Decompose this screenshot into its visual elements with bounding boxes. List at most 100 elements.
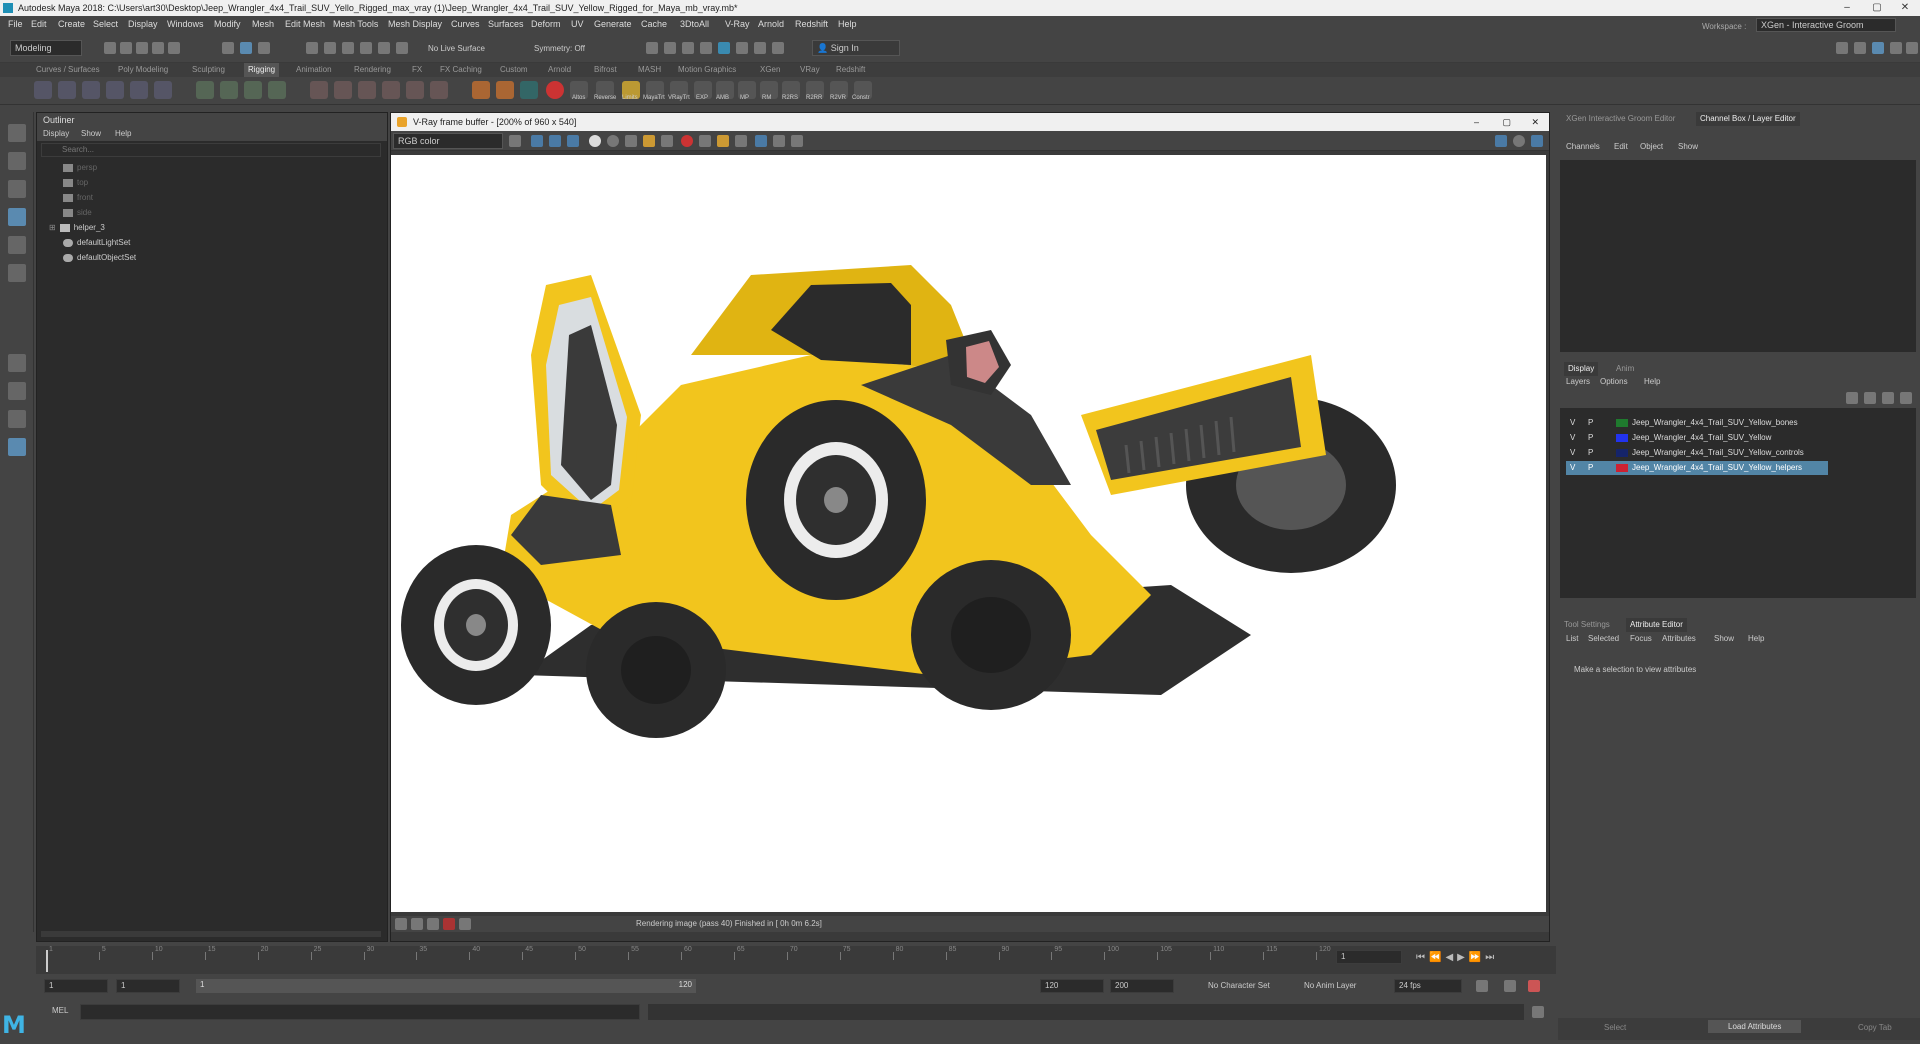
link-to-vfb-icon[interactable] — [735, 135, 747, 147]
anim-layer-dropdown[interactable]: No Anim Layer — [1304, 981, 1356, 990]
redo-icon[interactable] — [168, 42, 180, 54]
move-layer-up-icon[interactable] — [1846, 392, 1858, 404]
channel-box-toggle-icon[interactable] — [1872, 42, 1884, 54]
range-slider[interactable]: 1 120 — [196, 979, 696, 993]
point-constraint-icon[interactable] — [310, 81, 328, 99]
save-scene-icon[interactable] — [136, 42, 148, 54]
menu-arnold[interactable]: Arnold — [758, 16, 784, 33]
layer-options-menu[interactable]: Options — [1600, 377, 1628, 386]
live-surface-label[interactable]: No Live Surface — [428, 44, 485, 53]
track-mouse-icon[interactable] — [717, 135, 729, 147]
tab-display-layers[interactable]: Display — [1564, 362, 1599, 376]
channel-dropdown[interactable]: RGB color — [393, 133, 503, 149]
orient-joint-icon[interactable] — [130, 81, 148, 99]
color-picker-icon[interactable] — [509, 135, 521, 147]
pause-ipr-icon[interactable] — [772, 42, 784, 54]
playback-controls[interactable]: ⏮⏪◀▶⏩⏭ — [1416, 952, 1498, 963]
menu-file[interactable]: File — [8, 16, 23, 33]
shelf-tab-rendering[interactable]: Rendering — [354, 63, 391, 77]
vfb-lut-icon[interactable] — [459, 918, 471, 930]
shelf-tab-custom[interactable]: Custom — [500, 63, 528, 77]
mel-input[interactable] — [80, 1004, 640, 1020]
menu-edit[interactable]: Edit — [31, 16, 47, 33]
layer-row[interactable]: V P Jeep_Wrangler_4x4_Trail_SUV_Yellow_bon… — [1566, 416, 1828, 430]
playback-toggle[interactable]: P — [1588, 446, 1593, 460]
shelf-tab-mash[interactable]: MASH — [638, 63, 661, 77]
cross-locator-icon[interactable] — [496, 81, 514, 99]
bind-skin-icon[interactable] — [196, 81, 214, 99]
lens-effects-icon[interactable] — [791, 135, 803, 147]
menu-generate[interactable]: Generate — [594, 16, 632, 33]
select-hierarchy-icon[interactable] — [222, 42, 234, 54]
menu-windows[interactable]: Windows — [167, 16, 204, 33]
red-channel-icon[interactable] — [531, 135, 543, 147]
snap-point-icon[interactable] — [342, 42, 354, 54]
vfb-settings-icon[interactable] — [395, 918, 407, 930]
shelf-tab-fx[interactable]: FX — [412, 63, 422, 77]
channel-edit-menu[interactable]: Edit — [1614, 142, 1628, 151]
orient-constraint-icon[interactable] — [358, 81, 376, 99]
menu-redshift[interactable]: Redshift — [795, 16, 828, 33]
menu-mesh-tools[interactable]: Mesh Tools — [333, 16, 378, 33]
ipr-icon[interactable] — [1495, 135, 1507, 147]
menu-display[interactable]: Display — [128, 16, 158, 33]
tab-tool-settings[interactable]: Tool Settings — [1564, 618, 1610, 632]
menu-vray[interactable]: V-Ray — [725, 16, 750, 33]
render-settings-icon[interactable] — [700, 42, 712, 54]
animation-end-field[interactable]: 200 — [1110, 979, 1174, 993]
menu-help[interactable]: Help — [838, 16, 857, 33]
render-image[interactable] — [391, 155, 1546, 912]
history-icon[interactable] — [773, 135, 785, 147]
snap-view-icon[interactable] — [360, 42, 372, 54]
channels-menu[interactable]: Channels — [1566, 142, 1600, 151]
anim-prefs-icon[interactable] — [1528, 980, 1540, 992]
shelf-tab-fx-caching[interactable]: FX Caching — [440, 63, 482, 77]
mirror-joint-icon[interactable] — [106, 81, 124, 99]
shelf-tab-animation[interactable]: Animation — [296, 63, 332, 77]
attr-attributes-menu[interactable]: Attributes — [1662, 634, 1696, 643]
attr-selected-menu[interactable]: Selected — [1588, 634, 1619, 643]
mono-icon[interactable] — [607, 135, 619, 147]
outliner-item-top[interactable]: top — [63, 176, 88, 190]
blue-channel-icon[interactable] — [567, 135, 579, 147]
menu-modify[interactable]: Modify — [214, 16, 241, 33]
current-time-indicator[interactable] — [46, 950, 48, 972]
vfb-maximize-button[interactable]: ▢ — [1502, 113, 1511, 131]
load-image-icon[interactable] — [643, 135, 655, 147]
layer-row-selected[interactable]: V P Jeep_Wrangler_4x4_Trail_SUV_Yellow_hel… — [1566, 461, 1828, 475]
outliner-menu-help[interactable]: Help — [115, 127, 131, 141]
menu-deform[interactable]: Deform — [531, 16, 561, 33]
fps-dropdown[interactable]: 24 fps — [1394, 979, 1462, 993]
lattice-icon[interactable] — [244, 81, 262, 99]
tab-anim-layers[interactable]: Anim — [1616, 362, 1634, 376]
menu-surfaces[interactable]: Surfaces — [488, 16, 524, 33]
layer-row[interactable]: V P Jeep_Wrangler_4x4_Trail_SUV_Yellow_con… — [1566, 446, 1828, 460]
render-setup-icon[interactable] — [736, 42, 748, 54]
joint-tool-icon[interactable] — [34, 81, 52, 99]
visibility-toggle[interactable]: V — [1570, 416, 1575, 430]
scale-constraint-icon[interactable] — [382, 81, 400, 99]
save-image-icon[interactable] — [625, 135, 637, 147]
shelf-tab-xgen[interactable]: XGen — [760, 63, 780, 77]
minimize-button[interactable]: – — [1832, 0, 1862, 16]
attr-list-menu[interactable]: List — [1566, 634, 1578, 643]
attr-help-menu[interactable]: Help — [1748, 634, 1764, 643]
hypershade-icon[interactable] — [718, 42, 730, 54]
loop-icon[interactable] — [1476, 980, 1488, 992]
shelf-tab-bifrost[interactable]: Bifrost — [594, 63, 617, 77]
current-frame-field[interactable]: 1 — [1336, 950, 1402, 964]
human-ik-icon[interactable] — [154, 81, 172, 99]
ik-handle-icon[interactable] — [58, 81, 76, 99]
playback-start-field[interactable]: 1 — [116, 979, 180, 993]
mel-label[interactable]: MEL — [52, 1006, 68, 1015]
menu-3dtoall[interactable]: 3DtoAll — [680, 16, 709, 33]
close-button[interactable]: ✕ — [1890, 0, 1920, 16]
move-layer-down-icon[interactable] — [1864, 392, 1876, 404]
vfb-minimize-button[interactable]: – — [1474, 113, 1479, 131]
paint-select-icon[interactable] — [8, 180, 26, 198]
parent-constraint-icon[interactable] — [406, 81, 424, 99]
layer-color-swatch[interactable] — [1616, 449, 1628, 457]
render-icon[interactable] — [755, 135, 767, 147]
single-perspective-layout-icon[interactable] — [8, 354, 26, 372]
outliner-layout-icon[interactable] — [8, 438, 26, 456]
